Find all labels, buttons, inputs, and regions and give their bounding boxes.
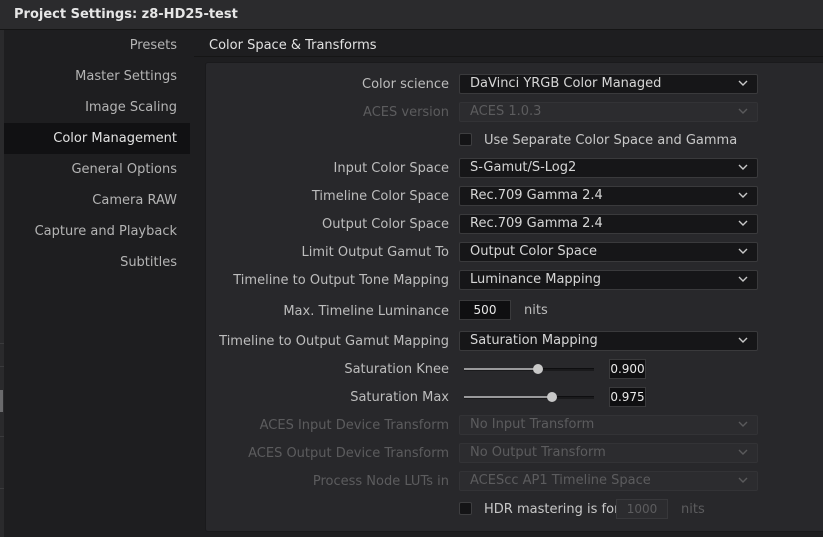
edge-scroll-handle[interactable] bbox=[0, 390, 3, 412]
max-luminance-label: Max. Timeline Luminance bbox=[283, 304, 449, 319]
chevron-down-icon bbox=[738, 220, 748, 226]
dropdown-value: No Input Transform bbox=[470, 417, 595, 432]
hdr-mastering-checkbox[interactable] bbox=[459, 502, 472, 515]
settings-sidebar: Presets Master Settings Image Scaling Co… bbox=[4, 30, 194, 537]
chevron-down-icon bbox=[738, 164, 748, 170]
window-title: Project Settings: z8-HD25-test bbox=[14, 7, 238, 22]
color-science-dropdown[interactable]: DaVinci YRGB Color Managed bbox=[459, 74, 758, 94]
chevron-down-icon bbox=[738, 337, 748, 343]
process-node-luts-label: Process Node LUTs in bbox=[312, 474, 449, 489]
tone-mapping-label: Timeline to Output Tone Mapping bbox=[233, 273, 449, 288]
dropdown-value: DaVinci YRGB Color Managed bbox=[470, 76, 662, 91]
dropdown-value: Output Color Space bbox=[470, 244, 597, 259]
color-science-label: Color science bbox=[362, 77, 449, 92]
input-color-space-label: Input Color Space bbox=[333, 161, 449, 176]
slider-fill bbox=[464, 396, 553, 398]
limit-output-gamut-label: Limit Output Gamut To bbox=[301, 245, 449, 260]
dropdown-value: S-Gamut/S-Log2 bbox=[470, 160, 577, 175]
separate-gamma-label: Use Separate Color Space and Gamma bbox=[484, 133, 738, 148]
gamut-mapping-dropdown[interactable]: Saturation Mapping bbox=[459, 331, 758, 351]
gamut-mapping-label: Timeline to Output Gamut Mapping bbox=[219, 334, 449, 349]
saturation-max-label: Saturation Max bbox=[350, 390, 449, 405]
saturation-max-slider[interactable] bbox=[464, 392, 594, 402]
dropdown-value: No Output Transform bbox=[470, 445, 606, 460]
process-node-luts-dropdown[interactable]: ACEScc AP1 Timeline Space bbox=[459, 471, 758, 491]
sidebar-item-presets[interactable]: Presets bbox=[4, 30, 190, 61]
chevron-down-icon bbox=[738, 108, 748, 114]
sidebar-item-camera-raw[interactable]: Camera RAW bbox=[4, 185, 190, 216]
chevron-down-icon bbox=[738, 477, 748, 483]
chevron-down-icon bbox=[738, 421, 748, 427]
aces-odt-dropdown[interactable]: No Output Transform bbox=[459, 443, 758, 463]
dropdown-value: Rec.709 Gamma 2.4 bbox=[470, 216, 603, 231]
slider-fill bbox=[464, 368, 539, 370]
chevron-down-icon bbox=[738, 276, 748, 282]
title-bar: Project Settings: z8-HD25-test bbox=[0, 0, 823, 30]
dropdown-value: Rec.709 Gamma 2.4 bbox=[470, 188, 603, 203]
chevron-down-icon bbox=[738, 248, 748, 254]
saturation-max-input[interactable]: 0.975 bbox=[609, 387, 646, 407]
sidebar-item-image-scaling[interactable]: Image Scaling bbox=[4, 92, 190, 123]
output-color-space-dropdown[interactable]: Rec.709 Gamma 2.4 bbox=[459, 214, 758, 234]
timeline-color-space-label: Timeline Color Space bbox=[311, 189, 449, 204]
sidebar-item-general-options[interactable]: General Options bbox=[4, 154, 190, 185]
aces-idt-dropdown[interactable]: No Input Transform bbox=[459, 415, 758, 435]
dropdown-value: Saturation Mapping bbox=[470, 333, 598, 348]
tone-mapping-dropdown[interactable]: Luminance Mapping bbox=[459, 270, 758, 290]
chevron-down-icon bbox=[738, 449, 748, 455]
input-color-space-dropdown[interactable]: S-Gamut/S-Log2 bbox=[459, 158, 758, 178]
aces-odt-label: ACES Output Device Transform bbox=[248, 446, 449, 461]
hdr-nits-input[interactable]: 1000 bbox=[616, 499, 668, 519]
timeline-color-space-dropdown[interactable]: Rec.709 Gamma 2.4 bbox=[459, 186, 758, 206]
dropdown-value: ACES 1.0.3 bbox=[470, 104, 542, 119]
section-title: Color Space & Transforms bbox=[209, 38, 377, 53]
section-divider bbox=[194, 56, 823, 57]
dropdown-value: ACEScc AP1 Timeline Space bbox=[470, 473, 651, 488]
saturation-knee-slider[interactable] bbox=[464, 364, 594, 374]
saturation-knee-input[interactable]: 0.900 bbox=[609, 359, 646, 379]
hdr-nits-unit: nits bbox=[681, 502, 705, 517]
output-color-space-label: Output Color Space bbox=[322, 217, 449, 232]
aces-idt-label: ACES Input Device Transform bbox=[259, 418, 449, 433]
chevron-down-icon bbox=[738, 80, 748, 86]
saturation-knee-label: Saturation Knee bbox=[344, 362, 449, 377]
dropdown-value: Luminance Mapping bbox=[470, 272, 602, 287]
sidebar-item-subtitles[interactable]: Subtitles bbox=[4, 247, 190, 278]
sidebar-item-capture-playback[interactable]: Capture and Playback bbox=[4, 216, 190, 247]
max-luminance-unit: nits bbox=[524, 303, 548, 318]
sidebar-item-color-management[interactable]: Color Management bbox=[4, 123, 190, 154]
hdr-mastering-label: HDR mastering is for bbox=[484, 502, 620, 517]
aces-version-label: ACES version bbox=[363, 105, 449, 120]
limit-output-gamut-dropdown[interactable]: Output Color Space bbox=[459, 242, 758, 262]
max-luminance-input[interactable]: 500 bbox=[459, 300, 511, 320]
chevron-down-icon bbox=[738, 192, 748, 198]
aces-version-dropdown[interactable]: ACES 1.0.3 bbox=[459, 102, 758, 122]
separate-gamma-checkbox[interactable] bbox=[459, 133, 472, 146]
sidebar-item-master-settings[interactable]: Master Settings bbox=[4, 61, 190, 92]
